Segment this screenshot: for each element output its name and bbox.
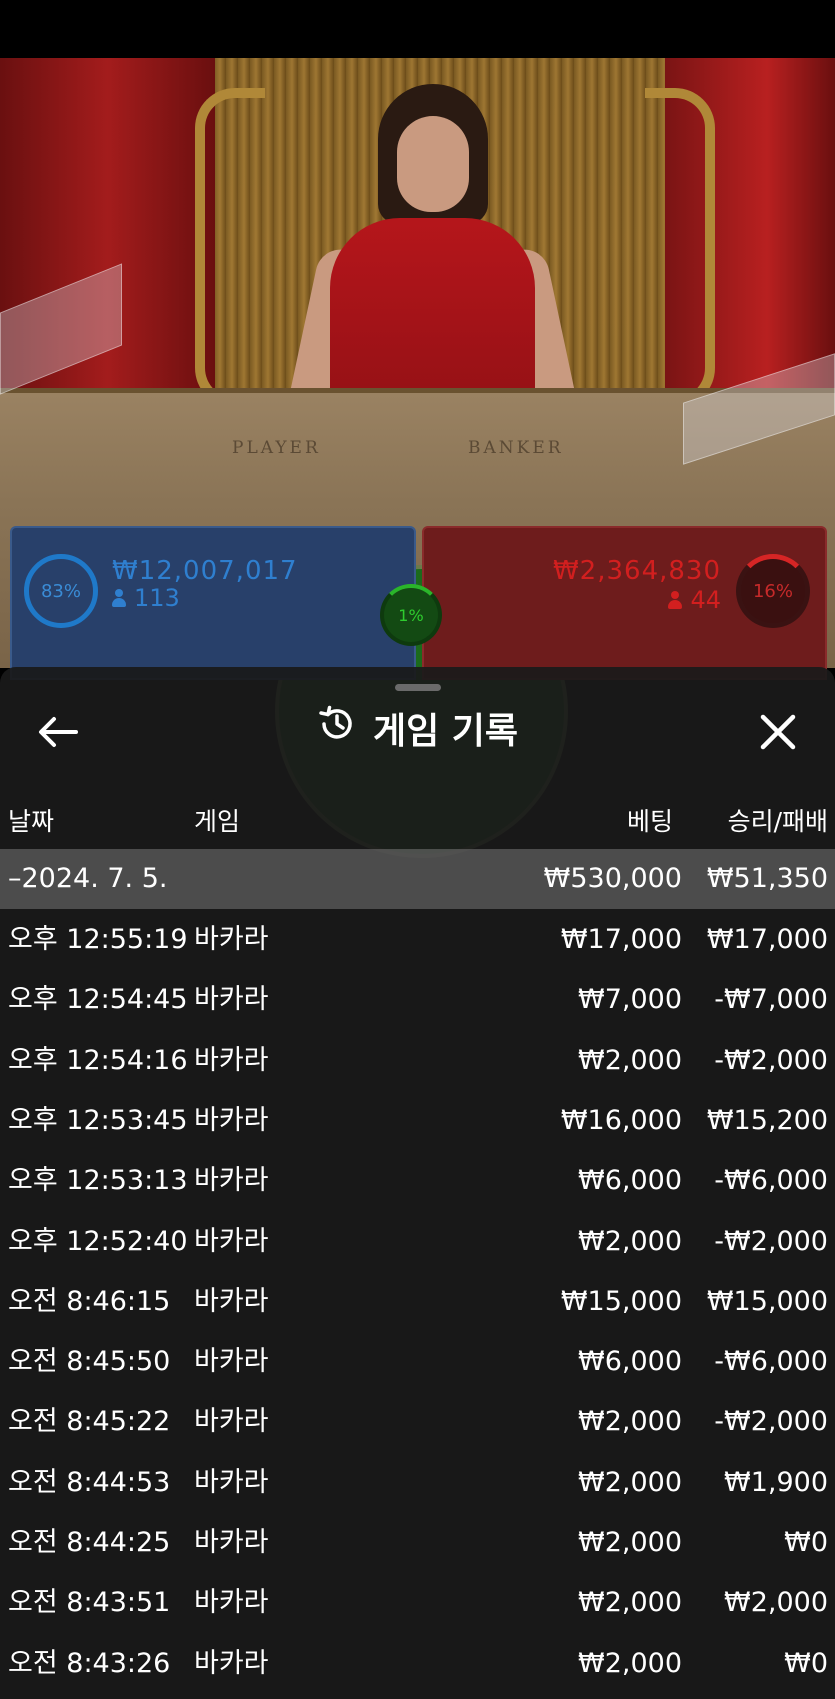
history-row[interactable]: 오전 8:45:22 바카라 ₩2,000 -₩2,000 [0,1392,835,1452]
history-row[interactable]: 오전 8:43:51 바카라 ₩2,000 ₩2,000 [0,1573,835,1633]
player-percent-ring: 83% [24,554,98,628]
row-win-loss: ₩0 [784,1527,828,1558]
table-player-label: PLAYER [232,438,321,458]
row-win-loss: ₩2,000 [724,1587,828,1619]
sheet-drag-handle[interactable] [395,684,441,691]
dealer-face [397,116,469,212]
ornament-right [645,88,715,408]
row-time: 오전 8:43:51 [8,1587,171,1619]
close-button[interactable] [758,712,798,752]
column-header-win-loss: 승리/패배 [727,807,828,836]
row-time: 오전 8:45:22 [8,1406,171,1438]
row-bet: ₩2,000 [578,1406,682,1438]
column-header-game: 게임 [194,807,241,836]
row-game: 바카라 [194,1165,269,1197]
row-bet: ₩15,000 [560,1285,682,1317]
history-row[interactable]: 오전 8:45:50 바카라 ₩6,000 -₩6,000 [0,1332,835,1392]
history-row[interactable]: 오후 12:55:19 바카라 ₩17,000 ₩17,000 [0,910,835,970]
player-percent: 83% [40,580,81,602]
banker-percent: 16% [752,580,793,602]
page-title: 게임 기록 [0,702,835,763]
history-row[interactable]: 오후 12:54:45 바카라 ₩7,000 -₩7,000 [0,970,835,1030]
row-win-loss: ₩15,000 [706,1285,828,1317]
date-group-label: –2024. 7. 5. [8,863,168,894]
row-bet: ₩2,000 [578,1466,682,1498]
row-bet: ₩6,000 [578,1165,682,1197]
history-row[interactable]: 오후 12:53:45 바카라 ₩16,000 ₩15,200 [0,1091,835,1151]
history-row[interactable]: 오후 12:52:40 바카라 ₩2,000 -₩2,000 [0,1212,835,1272]
row-game: 바카라 [194,1406,269,1438]
history-row[interactable]: 오후 12:53:13 바카라 ₩6,000 -₩6,000 [0,1151,835,1211]
row-bet: ₩2,000 [578,1587,682,1619]
row-time: 오후 12:53:13 [8,1165,188,1197]
row-game: 바카라 [194,1647,269,1679]
table-banker-label: BANKER [468,438,564,458]
tie-percent: 1% [398,605,424,625]
row-win-loss: -₩2,000 [714,1225,828,1257]
row-time: 오후 12:54:45 [8,984,188,1016]
date-group-win-loss-total: ₩51,350 [706,863,828,894]
tie-percent-ring: 1% [380,584,442,646]
banker-percent-ring: 16% [736,554,810,628]
player-total-amount: ₩12,007,017 [112,556,298,586]
date-group-bet-total: ₩530,000 [543,863,682,894]
ornament-left [195,88,265,408]
row-time: 오전 8:44:53 [8,1466,171,1498]
row-win-loss: ₩1,900 [724,1466,828,1498]
row-bet: ₩6,000 [578,1346,682,1378]
row-bet: ₩7,000 [578,984,682,1016]
history-icon [317,703,357,763]
row-time: 오전 8:44:25 [8,1527,171,1558]
row-bet: ₩2,000 [578,1225,682,1257]
user-icon [112,589,126,607]
row-time: 오후 12:52:40 [8,1225,188,1257]
row-win-loss: -₩2,000 [714,1406,828,1438]
row-game: 바카라 [194,1104,269,1136]
row-time: 오전 8:43:26 [8,1647,171,1679]
row-game: 바카라 [194,1466,269,1498]
row-win-loss: -₩6,000 [714,1165,828,1197]
row-time: 오후 12:53:45 [8,1104,188,1136]
close-icon [760,714,796,750]
row-game: 바카라 [194,984,269,1016]
player-bettor-count: 113 [112,584,180,612]
history-title-text: 게임 기록 [372,711,518,752]
row-game: 바카라 [194,1527,269,1558]
date-group-row[interactable]: –2024. 7. 5. ₩530,000 ₩51,350 [0,849,835,909]
row-game: 바카라 [194,924,269,955]
row-time: 오후 12:54:16 [8,1044,188,1076]
history-row[interactable]: 오전 8:43:26 바카라 ₩2,000 ₩0 [0,1634,835,1694]
row-win-loss: ₩0 [784,1647,828,1679]
history-row[interactable]: 오전 8:44:53 바카라 ₩2,000 ₩1,900 [0,1453,835,1513]
row-win-loss: -₩2,000 [714,1044,828,1076]
row-bet: ₩16,000 [560,1104,682,1136]
row-win-loss: ₩15,200 [706,1104,828,1136]
row-bet: ₩2,000 [578,1527,682,1558]
row-win-loss: -₩6,000 [714,1346,828,1378]
row-time: 오전 8:45:50 [8,1346,171,1378]
row-game: 바카라 [194,1285,269,1317]
banker-count-value: 44 [690,586,721,614]
player-count-value: 113 [134,584,180,612]
row-bet: ₩17,000 [560,924,682,955]
banker-bettor-count: 44 [668,586,721,614]
row-game: 바카라 [194,1346,269,1378]
row-game: 바카라 [194,1044,269,1076]
banker-total-amount: ₩2,364,830 [552,556,721,586]
row-bet: ₩2,000 [578,1647,682,1679]
column-header-bet: 베팅 [626,807,673,836]
history-row[interactable]: 오전 8:44:25 바카라 ₩2,000 ₩0 [0,1513,835,1573]
history-row[interactable]: 오후 12:54:16 바카라 ₩2,000 -₩2,000 [0,1031,835,1091]
column-header-date: 날짜 [8,807,55,836]
row-win-loss: -₩7,000 [714,984,828,1016]
row-game: 바카라 [194,1587,269,1619]
row-game: 바카라 [194,1225,269,1257]
history-row[interactable]: 오전 8:46:15 바카라 ₩15,000 ₩15,000 [0,1272,835,1332]
status-bar [0,0,835,58]
row-time: 오후 12:55:19 [8,924,188,955]
user-icon [668,591,683,609]
row-win-loss: ₩17,000 [706,924,828,955]
row-bet: ₩2,000 [578,1044,682,1076]
row-time: 오전 8:46:15 [8,1285,171,1317]
